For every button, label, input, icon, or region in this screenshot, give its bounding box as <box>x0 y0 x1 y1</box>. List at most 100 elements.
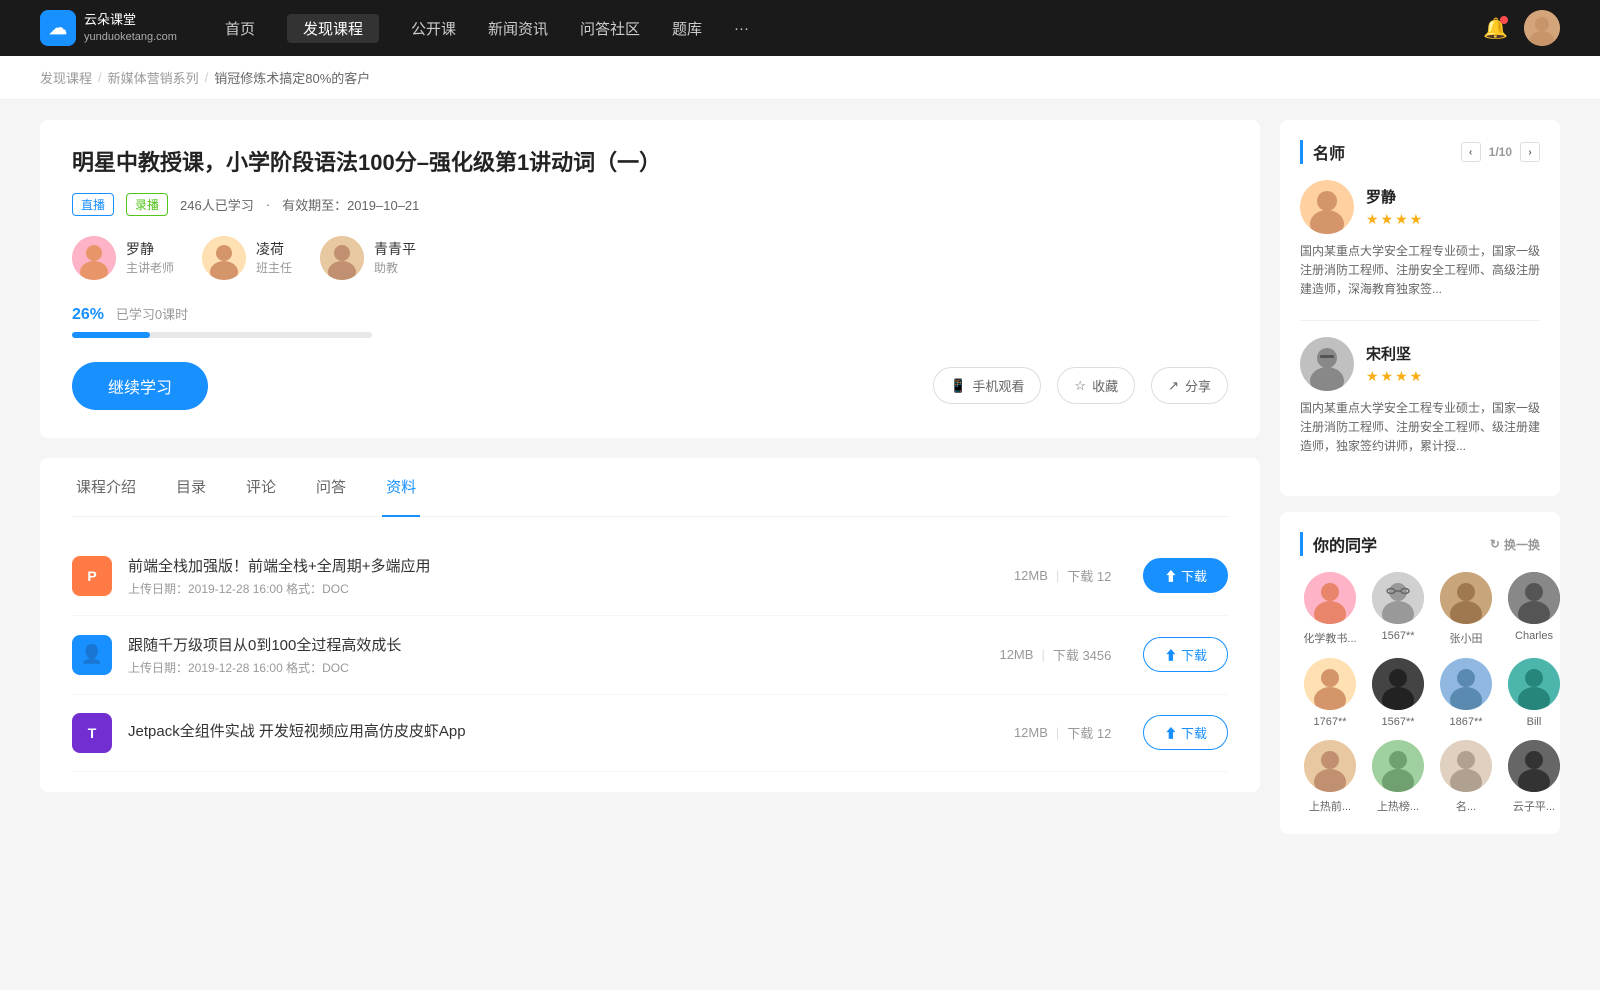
file-item-2: T Jetpack全组件实战 开发短视频应用高仿皮皮虾App 12MB | 下载… <box>72 695 1228 772</box>
mobile-icon: 📱 <box>950 378 966 394</box>
teacher-sidebar-stars-1: ★★★★ <box>1366 368 1424 385</box>
classmate-3: Charles <box>1504 572 1564 646</box>
teacher-avatar-0 <box>72 236 116 280</box>
refresh-classmates-btn[interactable]: ↻ 换一换 <box>1490 536 1540 553</box>
classmate-name-6: 1867** <box>1436 716 1496 728</box>
classmate-name-4: 1767** <box>1300 716 1360 728</box>
classmate-name-7: Bill <box>1504 716 1564 728</box>
file-meta-1: 上传日期：2019-12-28 16:00 格式：DOC <box>128 659 983 676</box>
classmate-0: 化学教书... <box>1300 572 1360 646</box>
mobile-watch-button[interactable]: 📱 手机观看 <box>933 367 1041 404</box>
user-avatar[interactable] <box>1524 10 1560 46</box>
file-name-2: Jetpack全组件实战 开发短视频应用高仿皮皮虾App <box>128 720 998 741</box>
breadcrumb-sep-2: / <box>205 70 209 85</box>
nav-open[interactable]: 公开课 <box>411 14 456 43</box>
teachers-sidebar-title: 名师 ‹ 1/10 › <box>1300 140 1540 164</box>
download-button-2[interactable]: ⬆ 下载 <box>1143 715 1228 750</box>
classmate-10: 名... <box>1436 740 1496 814</box>
logo[interactable]: ☁ 云朵课堂yunduoketang.com <box>40 10 177 46</box>
classmates-header: 你的同学 ↻ 换一换 <box>1300 532 1540 556</box>
tab-qa[interactable]: 问答 <box>312 458 350 517</box>
classmate-5: 1567** <box>1368 658 1428 728</box>
classmate-name-11: 云子平... <box>1504 798 1564 814</box>
breadcrumb-discover[interactable]: 发现课程 <box>40 68 92 87</box>
nav-home[interactable]: 首页 <box>225 14 255 43</box>
teacher-sidebar-desc-0: 国内某重点大学安全工程专业硕士，国家一级注册消防工程师、注册安全工程师、高级注册… <box>1300 242 1540 300</box>
teacher-sidebar-avatar-0 <box>1300 180 1354 234</box>
teacher-2: 青青平 助教 <box>320 236 416 280</box>
teacher-sidebar-avatar-1 <box>1300 337 1354 391</box>
teacher-sidebar-1: 宋利坚 ★★★★ 国内某重点大学安全工程专业硕士，国家一级注册消防工程师、注册安… <box>1300 337 1540 457</box>
classmate-6: 1867** <box>1436 658 1496 728</box>
breadcrumb-current: 销冠修炼术搞定80%的客户 <box>214 68 370 87</box>
file-downloads-0: 下载 12 <box>1067 566 1111 585</box>
classmate-name-0: 化学教书... <box>1300 630 1360 646</box>
file-stats-2: 12MB | 下载 12 <box>1014 723 1111 742</box>
teacher-info-2: 青青平 助教 <box>374 239 416 276</box>
classmate-8: 上热前... <box>1300 740 1360 814</box>
sidebar: 名师 ‹ 1/10 › 罗静 ★★★★ 国内某 <box>1280 120 1560 850</box>
download-button-1[interactable]: ⬆ 下载 <box>1143 637 1228 672</box>
teacher-sidebar-desc-1: 国内某重点大学安全工程专业硕士，国家一级注册消防工程师、注册安全工程师、级注册建… <box>1300 399 1540 457</box>
sidebar-divider <box>1300 320 1540 321</box>
file-icon-2: T <box>72 713 112 753</box>
file-meta-0: 上传日期：2019-12-28 16:00 格式：DOC <box>128 580 998 597</box>
nav-news[interactable]: 新闻资讯 <box>488 14 548 43</box>
classmate-11: 云子平... <box>1504 740 1564 814</box>
classmate-2: 张小田 <box>1436 572 1496 646</box>
share-button[interactable]: ↗ 分享 <box>1151 367 1228 404</box>
dot-sep: · <box>266 197 270 212</box>
teacher-sidebar-header-1: 宋利坚 ★★★★ <box>1300 337 1540 391</box>
tabs: 课程介绍 目录 评论 问答 资料 <box>72 458 1228 517</box>
tab-files[interactable]: 资料 <box>382 458 420 517</box>
progress-label: 26% 已学习0课时 <box>72 304 1228 324</box>
progress-bar-fill <box>72 332 150 338</box>
download-button-0[interactable]: ⬆ 下载 <box>1143 558 1228 593</box>
continue-button[interactable]: 继续学习 <box>72 362 208 410</box>
nav-right: 🔔 <box>1483 10 1560 46</box>
valid-until: 有效期至：2019–10–21 <box>282 195 419 214</box>
action-btns: 📱 手机观看 ☆ 收藏 ↗ 分享 <box>933 367 1228 404</box>
teacher-role-2: 助教 <box>374 259 416 276</box>
file-size-1: 12MB <box>999 647 1033 662</box>
classmate-avatar-1 <box>1372 572 1424 624</box>
tab-review[interactable]: 评论 <box>242 458 280 517</box>
notification-dot <box>1500 16 1508 24</box>
bell-icon[interactable]: 🔔 <box>1483 16 1508 41</box>
tabs-section: 课程介绍 目录 评论 问答 资料 P 前端全栈加强版！前端全栈+全周期+多端应用… <box>40 458 1260 792</box>
student-count: 246人已学习 <box>180 195 254 214</box>
classmate-avatar-9 <box>1372 740 1424 792</box>
file-item-0: P 前端全栈加强版！前端全栈+全周期+多端应用 上传日期：2019-12-28 … <box>72 537 1228 616</box>
course-actions: 继续学习 📱 手机观看 ☆ 收藏 ↗ 分享 <box>72 362 1228 410</box>
nav-quiz[interactable]: 题库 <box>672 14 702 43</box>
classmate-1: 1567** <box>1368 572 1428 646</box>
teacher-1: 凌荷 班主任 <box>202 236 292 280</box>
teachers-page: 1/10 <box>1489 145 1512 159</box>
classmate-avatar-4 <box>1304 658 1356 710</box>
file-downloads-1: 下载 3456 <box>1053 645 1112 664</box>
teachers-next-btn[interactable]: › <box>1520 142 1540 162</box>
classmate-name-2: 张小田 <box>1436 630 1496 646</box>
file-icon-1: 👤 <box>72 635 112 675</box>
nav-qa[interactable]: 问答社区 <box>580 14 640 43</box>
teacher-sidebar-name-1: 宋利坚 <box>1366 343 1424 364</box>
classmate-avatar-0 <box>1304 572 1356 624</box>
classmate-name-9: 上热榜... <box>1368 798 1428 814</box>
teacher-sidebar-name-0: 罗静 <box>1366 186 1424 207</box>
progress-text: 已学习0课时 <box>116 307 188 322</box>
main-layout: 明星中教授课，小学阶段语法100分–强化级第1讲动词（一） 直播 录播 246人… <box>0 100 1600 870</box>
collect-button[interactable]: ☆ 收藏 <box>1057 367 1135 404</box>
teachers-prev-btn[interactable]: ‹ <box>1461 142 1481 162</box>
nav-more[interactable]: ··· <box>734 16 749 41</box>
classmate-avatar-3 <box>1508 572 1560 624</box>
tab-intro[interactable]: 课程介绍 <box>72 458 140 517</box>
file-info-0: 前端全栈加强版！前端全栈+全周期+多端应用 上传日期：2019-12-28 16… <box>128 555 998 597</box>
teacher-name-2: 青青平 <box>374 239 416 259</box>
progress-bar-bg <box>72 332 372 338</box>
teacher-0: 罗静 主讲老师 <box>72 236 174 280</box>
breadcrumb-series[interactable]: 新媒体营销系列 <box>108 68 199 87</box>
logo-icon: ☁ <box>40 10 76 46</box>
tab-catalog[interactable]: 目录 <box>172 458 210 517</box>
nav-discover[interactable]: 发现课程 <box>287 14 379 43</box>
classmate-7: Bill <box>1504 658 1564 728</box>
